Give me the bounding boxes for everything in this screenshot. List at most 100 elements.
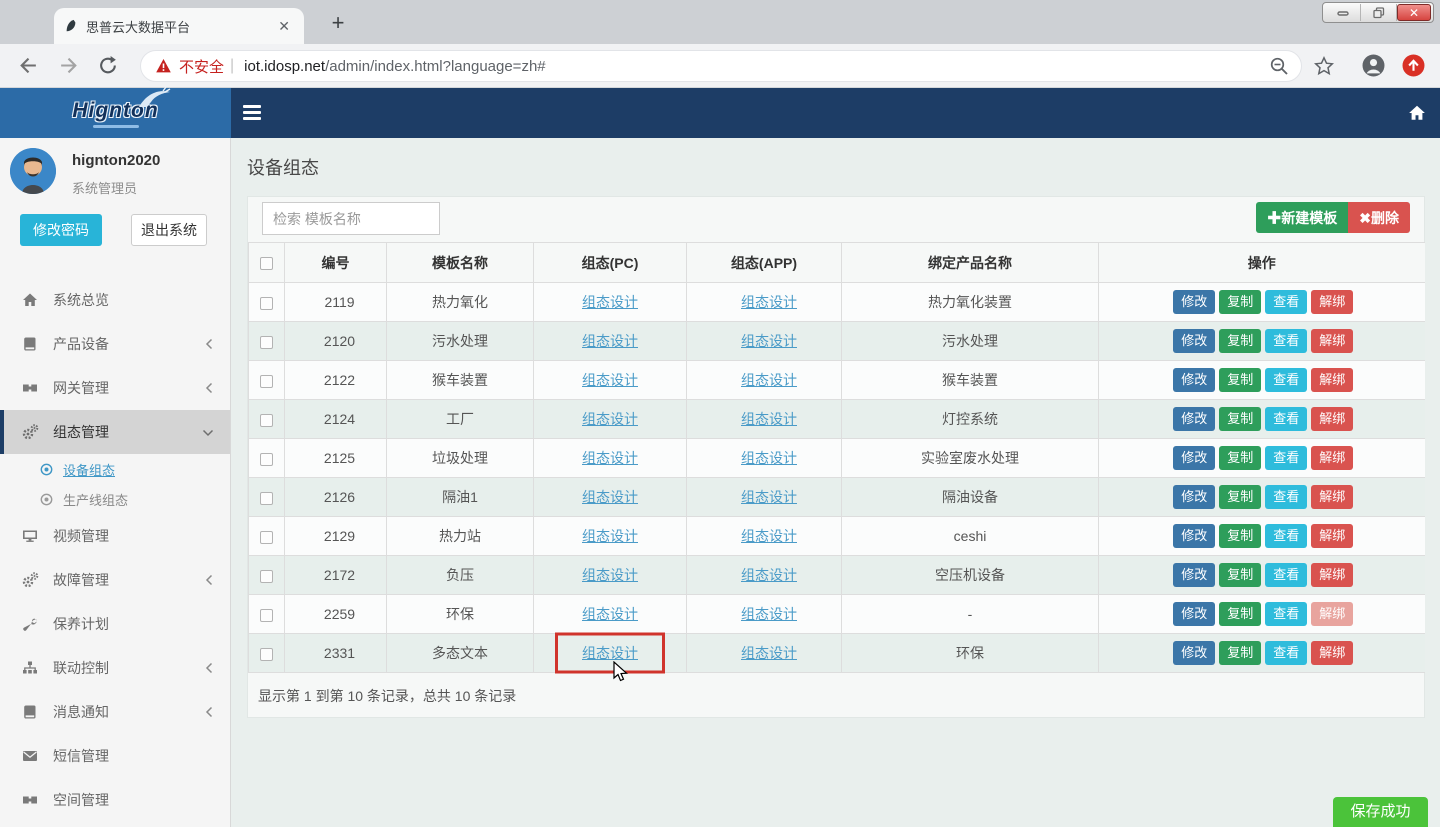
window-restore-button[interactable] <box>1361 4 1397 21</box>
sidebar-item-gateway-management[interactable]: 网关管理 <box>0 366 230 410</box>
view-button[interactable]: 查看 <box>1265 485 1307 509</box>
view-button[interactable]: 查看 <box>1265 602 1307 626</box>
unbind-button[interactable]: 解绑 <box>1311 563 1353 587</box>
edit-button[interactable]: 修改 <box>1173 641 1215 665</box>
unbind-button[interactable]: 解绑 <box>1311 368 1353 392</box>
pc-design-link[interactable]: 组态设计 <box>582 489 638 505</box>
url-path[interactable]: /admin/index.html?language=zh# <box>325 58 546 75</box>
copy-button[interactable]: 复制 <box>1219 641 1261 665</box>
forward-icon[interactable] <box>58 55 79 76</box>
copy-button[interactable]: 复制 <box>1219 602 1261 626</box>
row-checkbox[interactable] <box>260 414 273 427</box>
copy-button[interactable]: 复制 <box>1219 407 1261 431</box>
url-domain[interactable]: iot.idosp.net <box>244 58 325 75</box>
pc-design-link[interactable]: 组态设计 <box>582 606 638 622</box>
sidebar-item-configuration-management[interactable]: 组态管理 <box>0 410 230 454</box>
app-design-link[interactable]: 组态设计 <box>741 372 797 388</box>
logout-button[interactable]: 退出系统 <box>131 214 207 246</box>
edit-button[interactable]: 修改 <box>1173 524 1215 548</box>
unbind-button[interactable]: 解绑 <box>1311 329 1353 353</box>
row-checkbox[interactable] <box>260 453 273 466</box>
app-design-link[interactable]: 组态设计 <box>741 333 797 349</box>
edit-button[interactable]: 修改 <box>1173 290 1215 314</box>
row-checkbox[interactable] <box>260 609 273 622</box>
browser-tab[interactable]: 思普云大数据平台 ✕ <box>54 8 304 44</box>
search-input[interactable] <box>262 202 440 235</box>
app-design-link[interactable]: 组态设计 <box>741 567 797 583</box>
new-tab-button[interactable]: + <box>324 10 352 38</box>
sidebar-subitem-production-line-configuration[interactable]: 生产线组态 <box>0 484 230 514</box>
copy-button[interactable]: 复制 <box>1219 524 1261 548</box>
app-design-link[interactable]: 组态设计 <box>741 450 797 466</box>
delete-button[interactable]: ✖删除 <box>1348 202 1410 233</box>
pc-design-link[interactable]: 组态设计 <box>582 333 638 349</box>
row-checkbox[interactable] <box>260 297 273 310</box>
view-button[interactable]: 查看 <box>1265 368 1307 392</box>
sidebar-item-product-devices[interactable]: 产品设备 <box>0 322 230 366</box>
bookmark-star-icon[interactable] <box>1314 56 1334 76</box>
url-bar[interactable]: 不安全 | iot.idosp.net /admin/index.html?la… <box>140 50 1302 82</box>
app-design-link[interactable]: 组态设计 <box>741 411 797 427</box>
pc-design-link[interactable]: 组态设计 <box>582 645 638 661</box>
user-avatar[interactable] <box>10 148 56 194</box>
app-design-link[interactable]: 组态设计 <box>741 294 797 310</box>
sidebar-item-system-overview[interactable]: 系统总览 <box>0 278 230 322</box>
unbind-button[interactable]: 解绑 <box>1311 485 1353 509</box>
copy-button[interactable]: 复制 <box>1219 368 1261 392</box>
app-design-link[interactable]: 组态设计 <box>741 645 797 661</box>
app-design-link[interactable]: 组态设计 <box>741 528 797 544</box>
unbind-button[interactable]: 解绑 <box>1311 290 1353 314</box>
profile-avatar-icon[interactable] <box>1362 54 1385 77</box>
home-icon[interactable] <box>1408 104 1426 122</box>
sidebar-item-sms-management[interactable]: 短信管理 <box>0 734 230 778</box>
copy-button[interactable]: 复制 <box>1219 290 1261 314</box>
unbind-button[interactable]: 解绑 <box>1311 524 1353 548</box>
pc-design-link[interactable]: 组态设计 <box>582 411 638 427</box>
unbind-button[interactable]: 解绑 <box>1311 641 1353 665</box>
sidebar-item-linkage-control[interactable]: 联动控制 <box>0 646 230 690</box>
pc-design-link[interactable]: 组态设计 <box>582 450 638 466</box>
back-icon[interactable] <box>18 55 39 76</box>
edit-button[interactable]: 修改 <box>1173 602 1215 626</box>
window-minimize-button[interactable] <box>1325 4 1361 21</box>
copy-button[interactable]: 复制 <box>1219 329 1261 353</box>
pc-design-link[interactable]: 组态设计 <box>582 528 638 544</box>
edit-button[interactable]: 修改 <box>1173 563 1215 587</box>
select-all-checkbox[interactable] <box>260 257 273 270</box>
row-checkbox[interactable] <box>260 492 273 505</box>
unbind-button[interactable]: 解绑 <box>1311 446 1353 470</box>
row-checkbox[interactable] <box>260 570 273 583</box>
window-close-button[interactable]: ✕ <box>1397 4 1431 21</box>
edit-button[interactable]: 修改 <box>1173 446 1215 470</box>
sidebar-item-fault-management[interactable]: 故障管理 <box>0 558 230 602</box>
unbind-button[interactable]: 解绑 <box>1311 602 1353 626</box>
copy-button[interactable]: 复制 <box>1219 563 1261 587</box>
view-button[interactable]: 查看 <box>1265 329 1307 353</box>
pc-design-link[interactable]: 组态设计 <box>582 294 638 310</box>
pc-design-link[interactable]: 组态设计 <box>582 372 638 388</box>
copy-button[interactable]: 复制 <box>1219 446 1261 470</box>
zoom-out-icon[interactable] <box>1269 56 1289 76</box>
tab-close-icon[interactable]: ✕ <box>274 18 294 35</box>
copy-button[interactable]: 复制 <box>1219 485 1261 509</box>
app-design-link[interactable]: 组态设计 <box>741 489 797 505</box>
security-warning-label[interactable]: 不安全 <box>179 56 224 77</box>
view-button[interactable]: 查看 <box>1265 563 1307 587</box>
edit-button[interactable]: 修改 <box>1173 485 1215 509</box>
sidebar-item-maintenance-plan[interactable]: 保养计划 <box>0 602 230 646</box>
view-button[interactable]: 查看 <box>1265 290 1307 314</box>
view-button[interactable]: 查看 <box>1265 407 1307 431</box>
sidebar-subitem-device-configuration[interactable]: 设备组态 <box>0 454 230 484</box>
menu-toggle-icon[interactable] <box>243 105 261 123</box>
edit-button[interactable]: 修改 <box>1173 329 1215 353</box>
sidebar-item-space-management[interactable]: 空间管理 <box>0 778 230 822</box>
browser-update-icon[interactable] <box>1402 54 1425 77</box>
row-checkbox[interactable] <box>260 375 273 388</box>
view-button[interactable]: 查看 <box>1265 641 1307 665</box>
view-button[interactable]: 查看 <box>1265 524 1307 548</box>
sidebar-item-message-notification[interactable]: 消息通知 <box>0 690 230 734</box>
new-template-button[interactable]: ✚新建模板 <box>1256 202 1348 233</box>
row-checkbox[interactable] <box>260 648 273 661</box>
view-button[interactable]: 查看 <box>1265 446 1307 470</box>
edit-button[interactable]: 修改 <box>1173 368 1215 392</box>
